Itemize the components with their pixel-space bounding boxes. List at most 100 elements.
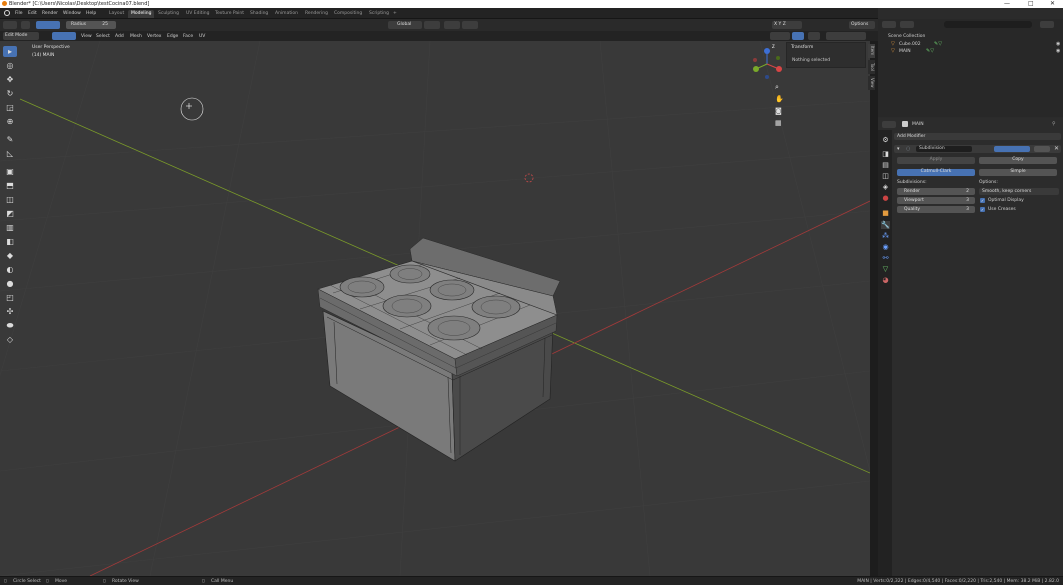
scale-tool-icon[interactable]: ◲ [3,102,17,113]
xray-toggle[interactable] [808,32,820,40]
bevel-tool-icon[interactable]: ◩ [3,208,17,219]
visibility-eye-icon[interactable]: ◉ [1056,48,1060,54]
navigation-gizmo[interactable] [750,47,784,81]
close-button[interactable]: ✕ [1050,0,1055,7]
tool-icon[interactable] [3,21,17,29]
menu-select[interactable]: Select [96,34,110,39]
constraints-properties-icon[interactable]: ⚯ [881,254,890,262]
rotate-tool-icon[interactable]: ↻ [3,88,17,99]
world-properties-icon[interactable]: ● [881,194,890,202]
particles-properties-icon[interactable]: ⁂ [881,232,890,240]
inset-tool-icon[interactable]: ◫ [3,194,17,205]
view-layer-properties-icon[interactable]: ◫ [881,172,890,180]
menu-add[interactable]: Add [115,34,124,39]
add-cube-tool-icon[interactable]: ▣ [3,166,17,177]
options-dropdown[interactable]: Options [849,21,875,29]
simple-button[interactable]: Simple [979,169,1057,176]
select-mode-icon[interactable] [21,21,30,29]
tab-sculpting[interactable]: Sculpting [155,10,182,18]
knife-tool-icon[interactable]: ◧ [3,236,17,247]
overlay-toggle[interactable] [792,32,804,40]
pin-icon[interactable]: ⚲ [1052,121,1056,127]
tool-properties-icon[interactable]: ⚙ [881,136,890,144]
menu-render[interactable]: Render [42,11,58,16]
catmull-clark-button[interactable]: Catmull-Clark [897,169,975,176]
menu-view[interactable]: View [81,34,92,39]
outliner-filter-icon[interactable] [900,21,914,28]
maximize-button[interactable]: □ [1028,0,1034,7]
measure-tool-icon[interactable]: ◺ [3,148,17,159]
add-workspace-button[interactable]: + [390,10,400,18]
tab-rendering[interactable]: Rendering [302,10,331,18]
tab-layout[interactable]: Layout [106,10,127,18]
annotate-tool-icon[interactable]: ✎ [3,134,17,145]
shrink-tool-icon[interactable]: ✣ [3,306,17,317]
shading-modes[interactable] [826,32,866,40]
camera-icon[interactable]: ◙ [775,107,782,115]
ortho-grid-icon[interactable]: ▦ [775,119,782,127]
mode-dropdown[interactable]: Edit Mode [3,32,39,40]
rip-tool-icon[interactable]: ◇ [3,334,17,345]
move-tool-icon[interactable]: ✥ [3,74,17,85]
use-creases-checkbox[interactable]: ✓ [980,207,985,212]
minimize-button[interactable]: — [1004,0,1010,7]
select-element-mode[interactable] [52,32,76,40]
tab-animation[interactable]: Animation [272,10,301,18]
select-tool-icon[interactable]: ▸ [3,46,17,57]
orientation-dropdown[interactable]: Global [388,21,422,29]
3d-viewport[interactable]: User Perspective (14) MAIN Z ⌕ ✋ ◙ ▦ [0,41,870,576]
tab-uv-editing[interactable]: UV Editing [183,10,212,18]
edge-slide-tool-icon[interactable]: ◰ [3,292,17,303]
axis-x-toggle[interactable]: X [774,22,777,27]
loop-cut-tool-icon[interactable]: ▥ [3,222,17,233]
output-properties-icon[interactable]: ▤ [881,161,890,169]
modifier-header[interactable]: ▾ ◌ Subdivision ✕ [894,145,1061,153]
poly-build-tool-icon[interactable]: ◆ [3,250,17,261]
spin-tool-icon[interactable]: ◐ [3,264,17,275]
uv-smooth-dropdown[interactable]: Smooth, keep corners [979,188,1059,195]
remove-modifier-icon[interactable]: ✕ [1054,145,1059,152]
tab-compositing[interactable]: Compositing [331,10,365,18]
tab-shading[interactable]: Shading [247,10,271,18]
menu-face[interactable]: Face [183,34,193,39]
menu-vertex[interactable]: Vertex [147,34,161,39]
snap-dropdown[interactable] [444,21,460,29]
radius-field[interactable]: Radius 25 [66,21,116,29]
extrude-tool-icon[interactable]: ⬒ [3,180,17,191]
transform-panel-header[interactable]: Transform [791,45,813,50]
stove-mesh[interactable] [317,237,561,462]
modifier-move-buttons[interactable] [1034,146,1050,152]
proportional-edit[interactable] [462,21,478,29]
properties-type-icon[interactable] [882,121,896,128]
physics-properties-icon[interactable]: ◉ [881,243,890,251]
modifier-name-field[interactable]: Subdivision [916,146,972,152]
menu-file[interactable]: File [15,11,23,16]
blender-menu-icon[interactable] [4,10,10,16]
collapse-arrow-icon[interactable]: ▾ [897,146,900,152]
tab-scripting[interactable]: Scripting [366,10,392,18]
menu-uv[interactable]: UV [199,34,205,39]
mirror-axes[interactable]: X Y Z [772,21,802,29]
shear-tool-icon[interactable]: ⬬ [3,320,17,331]
transform-tool-icon[interactable]: ⊕ [3,116,17,127]
tab-texture-paint[interactable]: Texture Paint [212,10,247,18]
object-properties-icon[interactable]: ■ [881,209,890,217]
pan-hand-icon[interactable]: ✋ [775,95,784,103]
material-properties-icon[interactable]: ◕ [881,276,890,284]
outliner-filter-dropdown[interactable] [1040,21,1054,28]
outliner-row[interactable]: ▽ Cube.002 ✎▽ ◉ [882,41,1062,47]
copy-button[interactable]: Copy [979,157,1057,164]
modifier-properties-icon[interactable]: 🔧 [881,221,890,229]
tab-modeling[interactable]: Modeling [128,10,155,18]
optimal-display-checkbox[interactable]: ✓ [980,198,985,203]
pivot-dropdown[interactable] [424,21,440,29]
axis-y-toggle[interactable]: Y [779,22,782,27]
outliner-row[interactable]: ▽ MAIN ✎▽ ◉ [882,48,1062,54]
zoom-icon[interactable]: ⌕ [775,83,779,92]
visibility-eye-icon[interactable]: ◉ [1056,41,1060,47]
render-properties-icon[interactable]: ◨ [881,150,890,158]
tab-tool[interactable]: Tool [868,60,875,74]
viewport-levels-field[interactable]: Viewport 3 [897,197,975,204]
outliner-type-icon[interactable] [882,21,896,28]
menu-edge[interactable]: Edge [167,34,178,39]
